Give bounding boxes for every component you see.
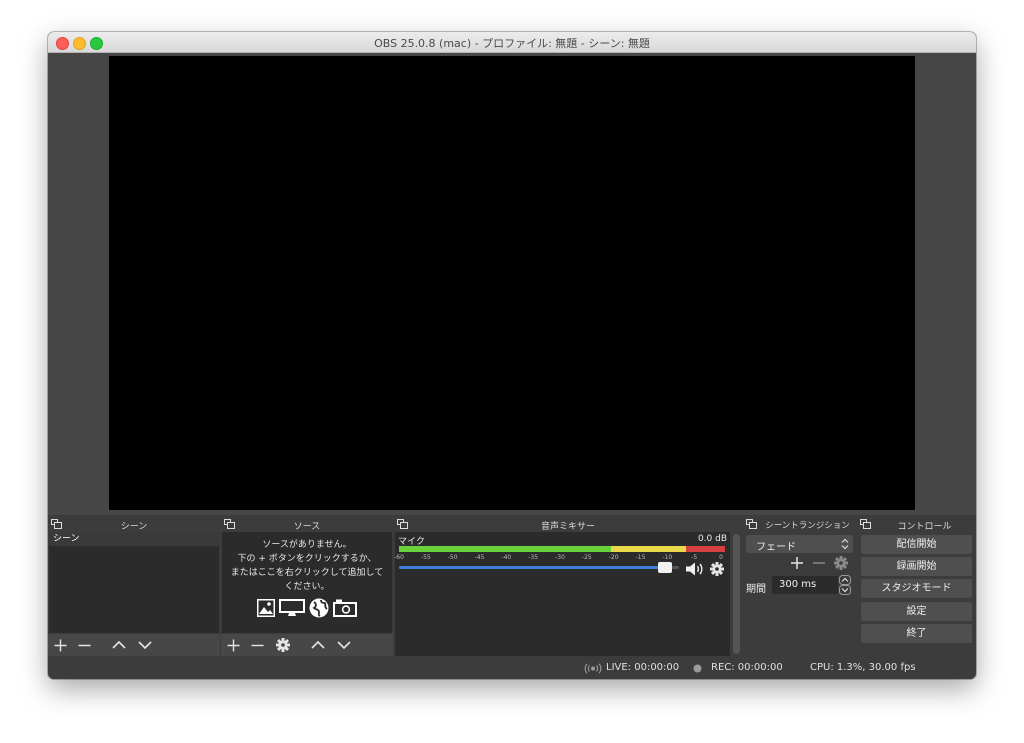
- meter-green-zone: [399, 546, 611, 552]
- title-bar: OBS 25.0.8 (mac) - プロファイル: 無題 - シーン: 無題: [48, 32, 976, 53]
- window-title: OBS 25.0.8 (mac) - プロファイル: 無題 - シーン: 無題: [374, 37, 650, 50]
- sources-toolbar: [221, 634, 393, 656]
- scale-tick-label: -55: [420, 554, 431, 561]
- move-down-icon[interactable]: [336, 634, 352, 656]
- volume-meter: [399, 546, 725, 552]
- move-down-icon[interactable]: [137, 634, 153, 656]
- scale-tick-label: -10: [662, 554, 673, 561]
- gear-icon[interactable]: [710, 562, 724, 576]
- scale-tick-label: 0: [719, 554, 723, 561]
- move-up-icon[interactable]: [111, 634, 127, 656]
- scale-tick-label: -5: [691, 554, 698, 561]
- mixer-dock-title: 音声ミキサー: [540, 522, 595, 532]
- gear-icon[interactable]: [834, 556, 848, 570]
- remove-icon[interactable]: [812, 556, 826, 570]
- browser-globe-icon: [309, 598, 329, 618]
- meter-yellow-zone: [611, 546, 686, 552]
- camera-icon: [333, 599, 357, 617]
- sources-empty-message: ソースがありません。 下の + ボタンをクリックするか、 またはここを右クリック…: [222, 538, 392, 594]
- scenes-dock: シーン シーン: [48, 516, 220, 657]
- scale-tick-label: -50: [447, 554, 458, 561]
- record-dot-icon: [693, 664, 702, 673]
- empty-line: 下の + ボタンをクリックするか、: [237, 554, 377, 564]
- scenes-toolbar: [48, 634, 220, 656]
- empty-line: ください。: [284, 582, 330, 592]
- preview-area: [48, 53, 976, 515]
- rec-status: REC: 00:00:00: [711, 662, 783, 673]
- studio-mode-button[interactable]: スタジオモード: [861, 579, 972, 598]
- transitions-dock-header: シーントランジション: [743, 516, 856, 532]
- cpu-status: CPU: 1.3%, 30.00 fps: [810, 662, 916, 673]
- scale-tick-label: -30: [555, 554, 565, 561]
- transitions-dock-title: シーントランジション: [765, 521, 850, 531]
- move-up-icon[interactable]: [310, 634, 326, 656]
- volume-slider-knob[interactable]: [658, 562, 672, 573]
- controls-dock-title: コントロール: [897, 522, 952, 532]
- mixer-dock-header: 音声ミキサー: [394, 516, 742, 532]
- scale-tick-label: -40: [501, 554, 512, 561]
- scale-tick-label: -20: [608, 554, 619, 561]
- scenes-dock-title: シーン: [120, 522, 148, 532]
- exit-button[interactable]: 終了: [861, 624, 972, 643]
- sources-dock-title: ソース: [293, 522, 321, 532]
- empty-line: またはここを右クリックして追加して: [230, 568, 384, 578]
- volume-slider-track[interactable]: [399, 562, 679, 573]
- start-streaming-button[interactable]: 配信開始: [861, 535, 972, 554]
- add-icon[interactable]: [52, 634, 68, 656]
- scenes-dock-header: シーン: [48, 516, 220, 532]
- sources-dock: ソース ソースがありません。 下の + ボタンをクリックするか、 またはここを右…: [221, 516, 393, 657]
- transition-buttons: [790, 556, 848, 570]
- undock-icon[interactable]: [746, 519, 757, 529]
- live-status: LIVE: 00:00:00: [606, 662, 680, 673]
- duration-value: 300 ms: [779, 579, 817, 590]
- sources-list[interactable]: ソースがありません。 下の + ボタンをクリックするか、 またはここを右クリック…: [222, 532, 392, 633]
- volume-slider-fill: [399, 566, 665, 569]
- scale-tick-label: -15: [635, 554, 646, 561]
- image-icon: [257, 599, 275, 617]
- undock-icon[interactable]: [860, 519, 871, 529]
- obs-window: OBS 25.0.8 (mac) - プロファイル: 無題 - シーン: 無題 …: [48, 32, 976, 679]
- list-item[interactable]: シーン: [49, 532, 219, 546]
- mixer-dock: 音声ミキサー マイク 0.0 dB -60 -55 -50 -45 -40 -35 -30-…: [394, 516, 742, 657]
- scale-tick-label: -45: [474, 554, 485, 561]
- duration-stepper[interactable]: [839, 575, 851, 595]
- gear-icon[interactable]: [275, 634, 291, 656]
- transition-select-value: フェード: [756, 542, 796, 553]
- speaker-icon[interactable]: [685, 562, 705, 576]
- settings-button[interactable]: 設定: [861, 602, 972, 621]
- meter-scale: -60 -55 -50 -45 -40 -35 -30 -25 -20 -15 -10 -5 0: [394, 554, 725, 562]
- duration-spinbox[interactable]: 300 ms: [772, 576, 838, 594]
- add-icon[interactable]: [225, 634, 241, 656]
- start-recording-button[interactable]: 録画開始: [861, 557, 972, 576]
- duration-label: 期間: [746, 584, 766, 595]
- channel-level: 0.0 dB: [697, 534, 727, 544]
- empty-line: ソースがありません。: [262, 540, 352, 550]
- remove-icon[interactable]: [249, 634, 265, 656]
- preview-canvas[interactable]: [109, 56, 915, 510]
- controls-dock-header: コントロール: [857, 516, 976, 532]
- meter-red-zone: [686, 546, 725, 552]
- updown-chevron-icon: [841, 538, 849, 550]
- controls-dock: コントロール 配信開始 録画開始 スタジオモード 設定 終了: [857, 516, 976, 657]
- remove-icon[interactable]: [76, 634, 92, 656]
- mixer-channel: マイク 0.0 dB -60 -55 -50 -45 -40 -35 -30 -25 -20 -1…: [394, 532, 730, 656]
- scenes-list[interactable]: シーン: [49, 532, 219, 633]
- scale-tick-label: -35: [528, 554, 539, 561]
- scale-tick-label: -60: [394, 554, 404, 561]
- transition-select[interactable]: フェード: [746, 535, 853, 553]
- source-type-icons: [256, 598, 358, 618]
- live-broadcast-icon: [584, 663, 602, 674]
- scale-tick-label: -25: [581, 554, 592, 561]
- mixer-scrollbar[interactable]: [733, 534, 740, 654]
- display-capture-icon: [279, 599, 305, 616]
- add-icon[interactable]: [790, 556, 804, 570]
- sources-dock-header: ソース: [221, 516, 393, 532]
- transitions-dock: シーントランジション フェード 期間 300 ms: [743, 516, 856, 657]
- status-bar: LIVE: 00:00:00 REC: 00:00:00 CPU: 1.3%, …: [48, 658, 976, 679]
